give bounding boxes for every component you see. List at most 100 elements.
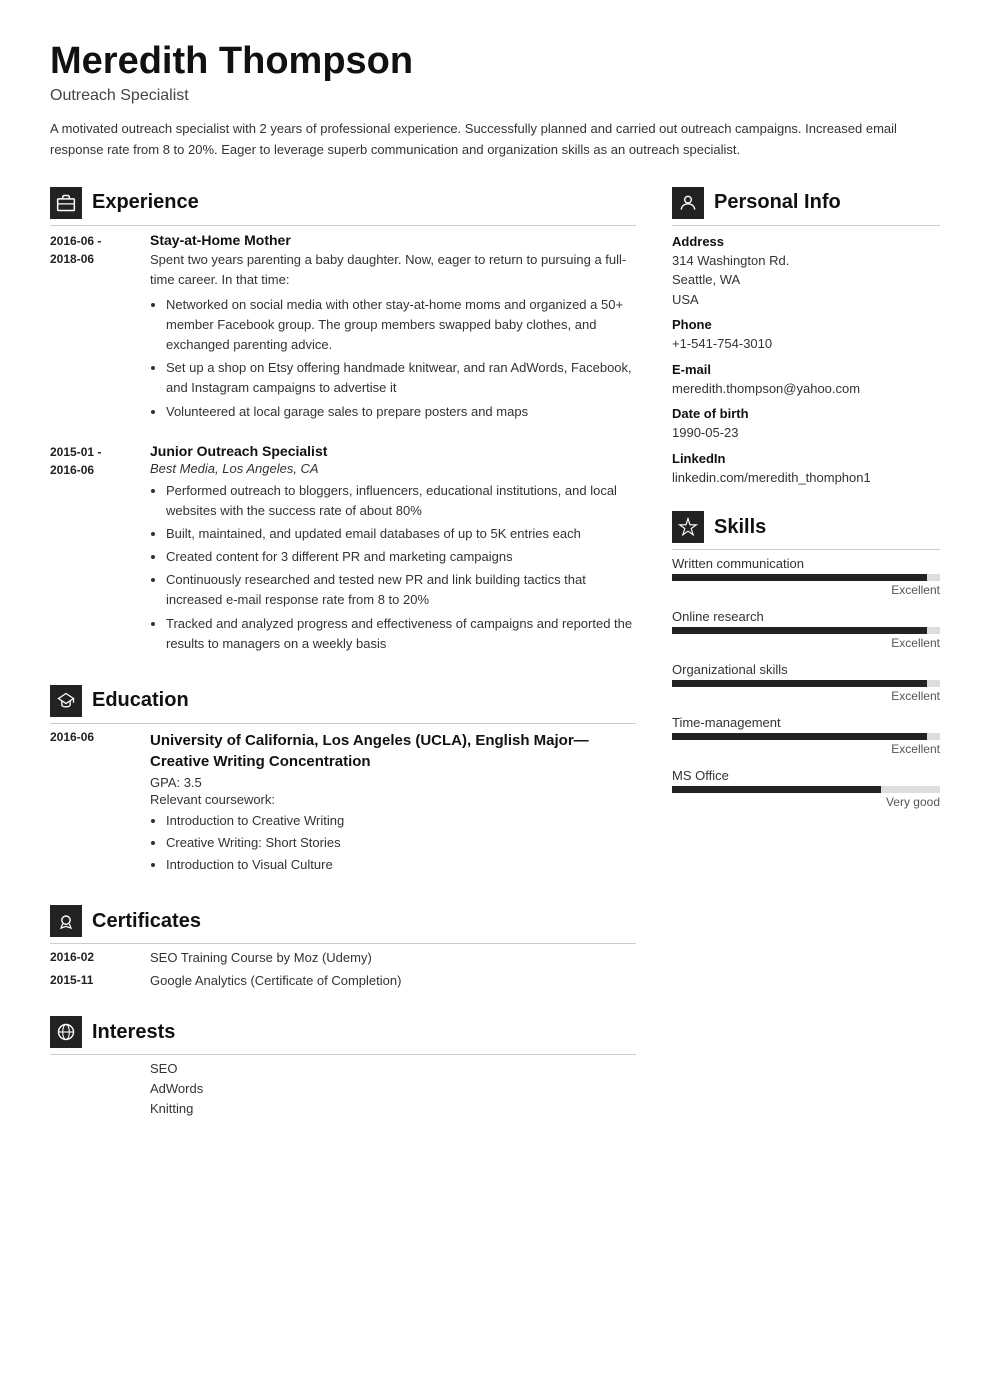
skill-item: MS OfficeVery good xyxy=(672,768,940,809)
job-bullet: Set up a shop on Etsy offering handmade … xyxy=(166,358,636,398)
interest-item: SEO xyxy=(150,1061,636,1076)
skill-name: Online research xyxy=(672,609,940,624)
interests-header: Interests xyxy=(50,1016,636,1055)
skill-rating: Excellent xyxy=(672,583,940,597)
experience-job: 2016-06 - 2018-06 Stay-at-Home Mother Spen… xyxy=(50,232,636,425)
edu-date: 2016-06 xyxy=(50,730,132,877)
skill-item: Time-management Excellent xyxy=(672,715,940,756)
job-bullets: Networked on social media with other sta… xyxy=(150,295,636,422)
job-content: Stay-at-Home Mother Spent two years paren… xyxy=(150,232,636,425)
skill-bar-bg xyxy=(672,680,940,687)
skill-item: Organizational skills Excellent xyxy=(672,662,940,703)
edu-gpa: GPA: 3.5 xyxy=(150,775,636,790)
cert-item: 2015-11 Google Analytics (Certificate of … xyxy=(50,973,636,988)
education-icon xyxy=(50,685,82,717)
pi-label: Date of birth xyxy=(672,406,940,421)
experience-icon xyxy=(50,187,82,219)
pi-label: Phone xyxy=(672,317,940,332)
skill-name: Written communication xyxy=(672,556,940,571)
job-bullet: Volunteered at local garage sales to pre… xyxy=(166,402,636,422)
skill-bar-fill xyxy=(672,733,927,740)
job-company: Best Media, Los Angeles, CA xyxy=(150,461,636,476)
skill-bar-fill xyxy=(672,627,927,634)
cert-date: 2016-02 xyxy=(50,950,132,965)
skill-name: Organizational skills xyxy=(672,662,940,677)
job-content: Junior Outreach Specialist Best Media, Lo… xyxy=(150,443,636,657)
job-title: Junior Outreach Specialist xyxy=(150,443,636,459)
resume-header: Meredith Thompson Outreach Specialist A … xyxy=(50,40,940,161)
pi-label: E-mail xyxy=(672,362,940,377)
skill-item: Written communication Excellent xyxy=(672,556,940,597)
experience-section: Experience 2016-06 - 2018-06Stay-at-Home… xyxy=(50,187,636,657)
skill-bar-bg xyxy=(672,786,940,793)
candidate-title: Outreach Specialist xyxy=(50,87,940,105)
skill-bar-bg xyxy=(672,627,940,634)
job-bullet: Created content for 3 different PR and m… xyxy=(166,547,636,567)
job-bullet: Performed outreach to bloggers, influenc… xyxy=(166,481,636,521)
interest-item: Knitting xyxy=(150,1101,636,1116)
skills-icon xyxy=(672,511,704,543)
interests-section: Interests SEO AdWords Knitting xyxy=(50,1016,636,1116)
personal-info-section: Personal Info Address 314 Washington Rd. … xyxy=(672,187,940,488)
cert-item: 2016-02 SEO Training Course by Moz (Udemy… xyxy=(50,950,636,965)
skill-rating: Excellent xyxy=(672,742,940,756)
cert-date: 2015-11 xyxy=(50,973,132,988)
personal-info-icon xyxy=(672,187,704,219)
pi-label: Address xyxy=(672,234,940,249)
edu-content: University of California, Los Angeles (U… xyxy=(150,730,636,877)
certificates-title: Certificates xyxy=(92,910,201,933)
job-date: 2016-06 - 2018-06 xyxy=(50,232,132,425)
skills-section: Skills Written communicationExcellentOnl… xyxy=(672,511,940,809)
interests-list: SEO AdWords Knitting xyxy=(50,1061,636,1116)
pi-value: meredith.thompson@yahoo.com xyxy=(672,379,940,399)
cert-name: Google Analytics (Certificate of Complet… xyxy=(150,973,401,988)
skill-bar-fill xyxy=(672,786,881,793)
personal-info-title: Personal Info xyxy=(714,191,841,214)
education-section: Education 2016-06University of Californi… xyxy=(50,685,636,877)
pi-value: linkedin.com/meredith_thomphon1 xyxy=(672,468,940,488)
skill-name: Time-management xyxy=(672,715,940,730)
job-bullets: Performed outreach to bloggers, influenc… xyxy=(150,481,636,654)
cert-name: SEO Training Course by Moz (Udemy) xyxy=(150,950,372,965)
job-bullet: Continuously researched and tested new P… xyxy=(166,570,636,610)
interests-icon xyxy=(50,1016,82,1048)
certificates-icon xyxy=(50,905,82,937)
skill-name: MS Office xyxy=(672,768,940,783)
education-title: Education xyxy=(92,689,189,712)
job-bullet: Built, maintained, and updated email dat… xyxy=(166,524,636,544)
personal-info-header: Personal Info xyxy=(672,187,940,226)
pi-value: 1990-05-23 xyxy=(672,423,940,443)
edu-bullet: Introduction to Visual Culture xyxy=(166,855,636,875)
summary-text: A motivated outreach specialist with 2 y… xyxy=(50,119,940,161)
skills-header: Skills xyxy=(672,511,940,550)
edu-bullet: Creative Writing: Short Stories xyxy=(166,833,636,853)
experience-job: 2015-01 - 2016-06Junior Outreach Special… xyxy=(50,443,636,657)
skills-items: Written communicationExcellentOnline res… xyxy=(672,556,940,809)
edu-bullets: Introduction to Creative WritingCreative… xyxy=(150,811,636,875)
personal-info-fields: Address 314 Washington Rd. Seattle, WA US… xyxy=(672,234,940,488)
certificates-header: Certificates xyxy=(50,905,636,944)
pi-value: +1-541-754-3010 xyxy=(672,334,940,354)
certificates-items: 2016-02 SEO Training Course by Moz (Udemy… xyxy=(50,950,636,988)
experience-title: Experience xyxy=(92,191,199,214)
certificates-section: Certificates 2016-02 SEO Training Course … xyxy=(50,905,636,988)
skills-title: Skills xyxy=(714,516,766,539)
right-column: Personal Info Address 314 Washington Rd. … xyxy=(672,187,940,1145)
experience-jobs: 2016-06 - 2018-06 Stay-at-Home Mother Spen… xyxy=(50,232,636,657)
skill-item: Online research Excellent xyxy=(672,609,940,650)
pi-label: LinkedIn xyxy=(672,451,940,466)
skill-rating: Excellent xyxy=(672,689,940,703)
job-bullet: Tracked and analyzed progress and effect… xyxy=(166,614,636,654)
job-description: Spent two years parenting a baby daughte… xyxy=(150,250,636,290)
job-title: Stay-at-Home Mother xyxy=(150,232,636,248)
education-items: 2016-06University of California, Los Ang… xyxy=(50,730,636,877)
education-header: Education xyxy=(50,685,636,724)
candidate-name: Meredith Thompson xyxy=(50,40,940,83)
edu-bullet: Introduction to Creative Writing xyxy=(166,811,636,831)
skill-rating: Excellent xyxy=(672,636,940,650)
skill-bar-fill xyxy=(672,680,927,687)
left-column: Experience 2016-06 - 2018-06Stay-at-Home… xyxy=(50,187,636,1145)
interests-title: Interests xyxy=(92,1021,175,1044)
pi-value: 314 Washington Rd. Seattle, WA USA xyxy=(672,251,940,310)
interest-item: AdWords xyxy=(150,1081,636,1096)
